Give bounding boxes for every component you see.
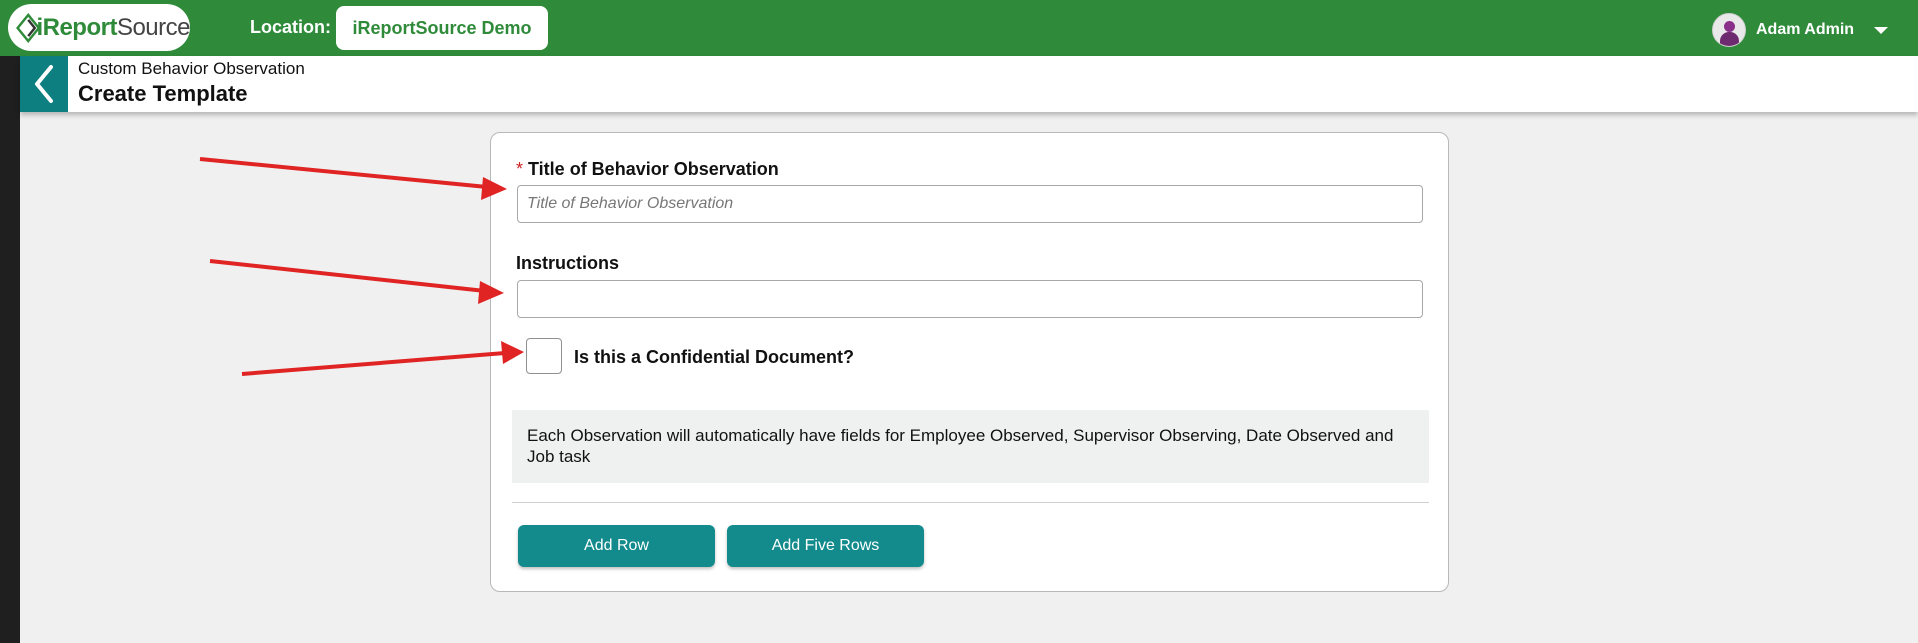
annotation-arrow-3	[241, 341, 524, 376]
annotation-arrow-2	[209, 259, 504, 304]
annotation-arrows	[199, 157, 524, 376]
annotation-arrow-1	[199, 157, 507, 200]
